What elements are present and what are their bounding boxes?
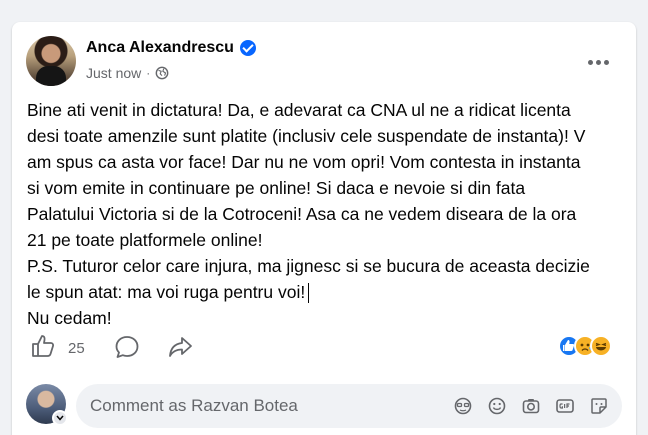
- post-line: am spus ca asta vor face! Dar nu ne vom …: [27, 152, 581, 172]
- post-actions: 25: [30, 333, 626, 363]
- share-button[interactable]: [167, 334, 193, 365]
- post-line: Palatului Victoria si de la Cotroceni! A…: [27, 204, 577, 224]
- author-avatar[interactable]: [26, 36, 76, 86]
- comment-box[interactable]: [76, 384, 622, 428]
- post-line: le spun atat: ma voi ruga pentru voi!: [27, 282, 306, 302]
- post-line: Nu cedam!: [27, 308, 112, 328]
- meta-separator: ·: [146, 66, 151, 80]
- gif-icon[interactable]: [554, 395, 576, 417]
- reaction-summary[interactable]: [558, 333, 618, 359]
- chevron-down-icon[interactable]: [52, 410, 68, 426]
- post-line: Bine ati venit in dictatura! Da, e adeva…: [27, 100, 571, 120]
- comment-button[interactable]: [114, 334, 140, 365]
- comment-composer: [26, 382, 626, 428]
- verified-badge-icon: [239, 40, 256, 56]
- post-meta: Just now ·: [86, 65, 169, 81]
- post-line: si vom emite in continuare pe online! Si…: [27, 178, 526, 198]
- share-arrow-icon: [167, 337, 193, 364]
- comment-bubble-icon: [114, 336, 140, 364]
- post-card: Anca Alexandrescu Just now · Bine ati ve…: [12, 22, 636, 435]
- author-name[interactable]: Anca Alexandrescu: [86, 39, 234, 57]
- post-line-with-caret: le spun atat: ma voi ruga pentru voi!: [27, 279, 627, 305]
- avatar-sticker-icon[interactable]: [452, 395, 474, 417]
- text-caret: [308, 283, 310, 304]
- emoji-icon[interactable]: [486, 395, 508, 417]
- post-body: Bine ati venit in dictatura! Da, e adeva…: [27, 97, 627, 331]
- author-name-row: Anca Alexandrescu: [86, 39, 256, 57]
- like-count: 25: [68, 340, 85, 357]
- like-button[interactable]: 25: [30, 333, 85, 364]
- camera-icon[interactable]: [520, 395, 542, 417]
- post-line: 21 pe toate platformele online!: [27, 230, 263, 250]
- post-line: P.S. Tuturor celor care injura, ma jigne…: [27, 256, 590, 276]
- post-line: desi toate amenzile sunt platite (inclus…: [27, 126, 586, 146]
- thumbs-up-icon: [30, 333, 56, 364]
- comment-input[interactable]: [90, 394, 390, 418]
- comment-tools: [452, 395, 610, 417]
- more-options-icon[interactable]: [580, 44, 616, 80]
- sticker-icon[interactable]: [588, 395, 610, 417]
- haha-reaction-icon: [590, 335, 612, 357]
- globe-icon[interactable]: [155, 66, 169, 80]
- post-header: Anca Alexandrescu Just now ·: [26, 36, 622, 88]
- post-timestamp[interactable]: Just now: [86, 65, 141, 81]
